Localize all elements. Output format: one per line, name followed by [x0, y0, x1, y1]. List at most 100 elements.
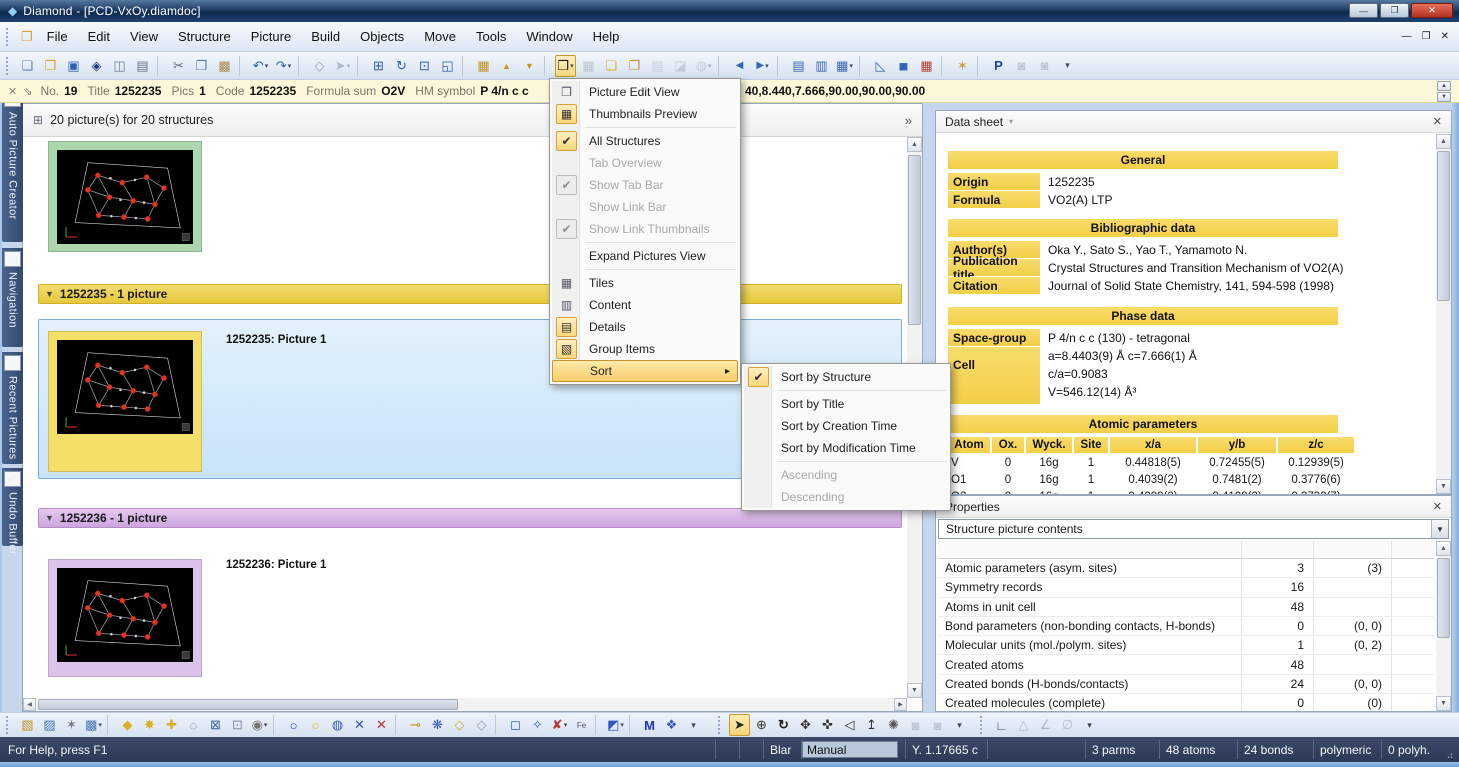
- properties-header[interactable]: Properties ✕: [936, 496, 1451, 518]
- property-extra: (0): [1314, 694, 1392, 711]
- properties-row[interactable]: Symmetry records 16: [938, 578, 1434, 597]
- minimize-button[interactable]: —: [1349, 3, 1378, 18]
- glyph: ▨: [43, 717, 55, 733]
- atomic-cell: 0.44818(5): [1110, 455, 1196, 471]
- collapse-arrow-icon[interactable]: ▼: [45, 513, 54, 523]
- structure-thumbnail[interactable]: [48, 331, 202, 472]
- field-label: Formula: [948, 191, 1040, 208]
- scroll-up-icon[interactable]: ▲: [1436, 134, 1451, 149]
- properties-selector[interactable]: Structure picture contents ▼: [938, 519, 1449, 539]
- toolbar-grip[interactable]: [980, 716, 987, 734]
- property-name: Symmetry records: [938, 578, 1242, 596]
- record-field-value: 1252235: [115, 84, 162, 98]
- record-up-icon[interactable]: ▲: [1437, 81, 1451, 91]
- status-segment: [739, 740, 763, 759]
- record-field: Pics1: [171, 84, 205, 98]
- data-sheet-header[interactable]: Data sheet ▾ ✕: [936, 111, 1451, 133]
- properties-row[interactable]: Created molecules (complete) 0 (0): [938, 694, 1434, 711]
- menu-item-icon: [748, 394, 769, 414]
- glyph: ∠: [1040, 717, 1052, 733]
- maximize-button[interactable]: ❐: [1380, 3, 1409, 18]
- status-text: 24 bonds: [1244, 743, 1293, 757]
- scroll-up-icon[interactable]: ▲: [907, 137, 922, 152]
- record-field-value: P 4/n c c: [480, 84, 528, 98]
- selector-value: Structure picture contents: [946, 522, 1083, 536]
- atomic-cell: 0: [992, 455, 1024, 471]
- scroll-thumb[interactable]: [38, 699, 458, 710]
- glyph: ▦: [477, 58, 489, 74]
- properties-row[interactable]: Created bonds (H-bonds/contacts) 24 (0, …: [938, 675, 1434, 694]
- panel-close-icon[interactable]: ✕: [1433, 115, 1442, 128]
- properties-row[interactable]: Molecular units (mol./polym. sites) 1 (0…: [938, 636, 1434, 655]
- group-header-1252235[interactable]: ▼ 1252235 - 1 picture: [38, 284, 902, 304]
- glyph: ⊞: [373, 58, 384, 74]
- status-segment: 0 polyh.: [1381, 740, 1441, 759]
- scroll-thumb[interactable]: [1437, 151, 1450, 301]
- close-button[interactable]: ✕: [1411, 3, 1453, 18]
- structure-thumbnail[interactable]: [48, 141, 202, 252]
- document-icon: ❒: [21, 29, 33, 45]
- glyph: ❒: [557, 58, 569, 74]
- record-field: HM symbolP 4/n c c: [415, 84, 529, 98]
- scroll-thumb[interactable]: [908, 155, 921, 325]
- scroll-left-icon[interactable]: ◀: [23, 698, 36, 711]
- property-name: Created molecules (complete): [938, 694, 1242, 711]
- record-goto-icon[interactable]: ⇘: [23, 85, 32, 98]
- collapse-arrow-icon[interactable]: ▼: [45, 289, 54, 299]
- property-name: Created bonds (H-bonds/contacts): [938, 675, 1242, 693]
- glyph: ∟: [995, 718, 1008, 733]
- panel-close-icon[interactable]: ✕: [1433, 500, 1442, 513]
- glyph: ✕: [376, 717, 387, 733]
- toolbar-grip[interactable]: [6, 57, 13, 75]
- mdi-close-button[interactable]: ✕: [1441, 31, 1449, 42]
- glyph: ◀: [736, 60, 744, 71]
- glyph: ❏: [22, 58, 34, 74]
- properties-scrollbar[interactable]: ▲ ▼: [1436, 541, 1451, 711]
- toolbar-grip[interactable]: [6, 28, 13, 46]
- property-count: 3: [1242, 559, 1314, 577]
- glyph: ◙: [912, 718, 920, 733]
- scroll-down-icon[interactable]: ▼: [1436, 696, 1451, 711]
- atomic-cell: 0.7481(2): [1198, 472, 1276, 488]
- atomic-cell: 0: [992, 472, 1024, 488]
- atomic-cell: 1: [1074, 472, 1108, 488]
- glyph: ◻: [510, 717, 521, 733]
- atomic-cell: 0.4099(2): [1110, 489, 1196, 494]
- group-header-1252236[interactable]: ▼ 1252236 - 1 picture: [38, 508, 902, 528]
- status-segment: Manual: [801, 740, 905, 759]
- chevron-down-icon[interactable]: ▼: [1431, 520, 1448, 538]
- toolbar-grip[interactable]: [6, 716, 13, 734]
- properties-row[interactable]: Created atoms 48: [938, 655, 1434, 674]
- resize-grip[interactable]: ⣠: [1441, 740, 1459, 759]
- properties-row[interactable]: Bond parameters (non-bonding contacts, H…: [938, 617, 1434, 636]
- structure-thumbnail[interactable]: [48, 559, 202, 677]
- property-count: 0: [1242, 694, 1314, 711]
- property-count: 16: [1242, 578, 1314, 596]
- scroll-right-icon[interactable]: ▶: [894, 698, 907, 711]
- glyph: ◇: [455, 717, 465, 733]
- status-text: Manual: [802, 741, 898, 758]
- toolbar-grip[interactable]: [718, 716, 725, 734]
- expand-chevron-icon[interactable]: »: [905, 113, 912, 128]
- menu-item-label: Ascending: [781, 468, 837, 482]
- scroll-up-icon[interactable]: ▲: [1436, 541, 1451, 556]
- panel-menu-icon[interactable]: ▾: [1009, 117, 1013, 126]
- record-down-icon[interactable]: ▼: [1437, 92, 1451, 102]
- glyph: ✜: [822, 717, 833, 733]
- property-extra: (3): [1314, 559, 1392, 577]
- list-horizontal-scrollbar[interactable]: ◀ ▶: [23, 698, 907, 711]
- datasheet-scrollbar[interactable]: ▲ ▼: [1436, 134, 1451, 494]
- mdi-restore-button[interactable]: ❐: [1422, 31, 1431, 42]
- property-extra: (0, 0): [1314, 675, 1392, 693]
- sidebar-tab-icon: ↶: [4, 471, 21, 487]
- property-count: 48: [1242, 598, 1314, 616]
- record-cell-values: 40,8.440,7.666,90.00,90.00,90.00: [745, 84, 925, 98]
- scroll-down-icon[interactable]: ▼: [1436, 479, 1451, 494]
- mdi-minimize-button[interactable]: —: [1402, 31, 1412, 42]
- scroll-thumb[interactable]: [1437, 558, 1450, 638]
- scroll-down-icon[interactable]: ▼: [907, 683, 922, 698]
- record-close-icon[interactable]: ✕: [8, 85, 17, 98]
- property-count: 1: [1242, 636, 1314, 654]
- properties-row[interactable]: Atoms in unit cell 48: [938, 598, 1434, 617]
- properties-row[interactable]: Atomic parameters (asym. sites) 3 (3): [938, 559, 1434, 578]
